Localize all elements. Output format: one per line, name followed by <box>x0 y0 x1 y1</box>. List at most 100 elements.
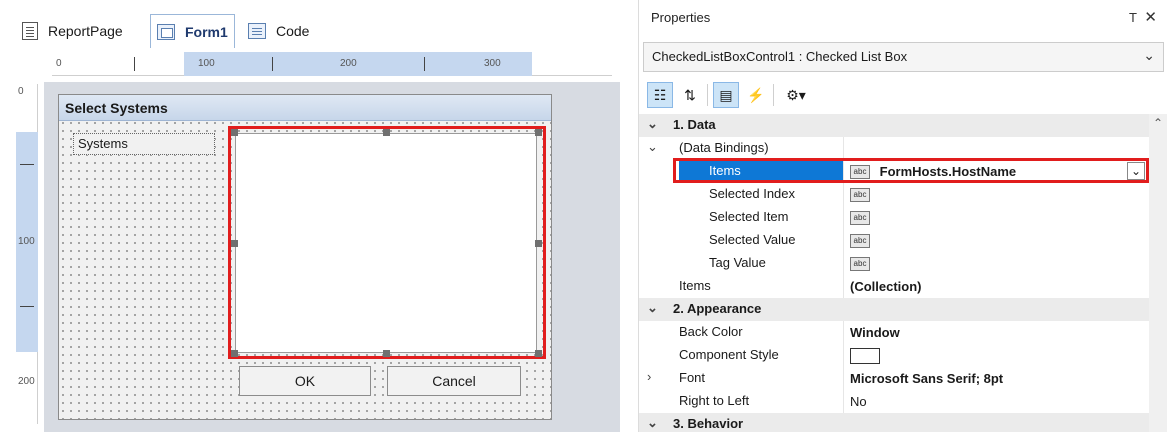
tab-code[interactable]: Code <box>248 14 309 48</box>
property-row[interactable]: Items (Collection) <box>639 275 1149 298</box>
abc-icon: abc <box>850 256 870 271</box>
object-selector[interactable]: CheckedListBoxControl1 : Checked List Bo… <box>643 42 1164 72</box>
chevron-down-icon: ⌄ <box>1143 47 1155 63</box>
vertical-ruler: 0 100 200 <box>16 84 38 424</box>
property-row[interactable]: Selected Value abc <box>639 229 1149 252</box>
chevron-up-icon[interactable]: ⌃ <box>1153 116 1163 130</box>
category-label: 1. Data <box>673 117 716 132</box>
systems-label[interactable]: Systems <box>73 133 215 155</box>
property-value[interactable]: Microsoft Sans Serif; 8pt <box>843 367 1149 390</box>
rtl-value: No <box>850 394 867 410</box>
category-appearance[interactable]: ⌄ 2. Appearance <box>639 298 1149 321</box>
form-select-systems[interactable]: Select Systems Systems OK Cancel <box>58 94 552 420</box>
ok-button[interactable]: OK <box>239 366 371 396</box>
category-behavior[interactable]: ⌄ 3. Behavior <box>639 413 1149 432</box>
ruler-tick <box>20 164 34 165</box>
code-icon <box>248 23 266 39</box>
abc-icon: abc <box>850 187 870 202</box>
resize-handle[interactable] <box>535 240 542 247</box>
designer-tabbar: ReportPage Form1 Code <box>0 0 620 48</box>
property-row[interactable]: Component Style <box>639 344 1149 367</box>
object-selector-value: CheckedListBoxControl1 : Checked List Bo… <box>652 49 908 64</box>
properties-icon[interactable]: ▤ <box>713 82 739 108</box>
category-label: 2. Appearance <box>673 301 762 316</box>
chevron-down-icon[interactable]: ⌄ <box>647 300 665 316</box>
resize-handle[interactable] <box>231 129 238 136</box>
vertical-scrollbar[interactable]: ⌃ <box>1149 114 1167 432</box>
ruler-h-label: 200 <box>340 58 357 69</box>
property-label: Right to Left <box>679 393 750 408</box>
property-row[interactable]: Back Color Window <box>639 321 1149 344</box>
toolbar-separator <box>773 84 774 106</box>
alphabetical-icon[interactable]: ⇅ <box>677 82 703 108</box>
property-label: (Data Bindings) <box>679 140 769 155</box>
resize-handle[interactable] <box>535 129 542 136</box>
property-label: Back Color <box>679 324 743 339</box>
chevron-down-icon[interactable]: ⌄ <box>647 116 665 132</box>
property-label: Selected Value <box>709 232 796 247</box>
resize-handle[interactable] <box>383 129 390 136</box>
property-label: Component Style <box>679 347 779 362</box>
tab-form1-label: Form1 <box>185 23 228 40</box>
property-label: Tag Value <box>709 255 766 270</box>
property-row[interactable]: › Font Microsoft Sans Serif; 8pt <box>639 367 1149 390</box>
property-grid: ⌄ 1. Data ⌄ (Data Bindings) Items abc Fo… <box>639 114 1167 432</box>
horizontal-ruler: 0 100 200 300 <box>52 52 612 76</box>
resize-handle[interactable] <box>231 240 238 247</box>
ruler-h-label: 0 <box>56 58 62 69</box>
categorized-icon[interactable]: ☷ <box>647 82 673 108</box>
back-color-value: Window <box>850 325 900 341</box>
tab-form1[interactable]: Form1 <box>150 14 235 48</box>
property-label: Font <box>679 370 706 385</box>
property-row[interactable]: Selected Index abc <box>639 183 1149 206</box>
property-value[interactable]: (Collection) <box>843 275 1149 298</box>
abc-icon: abc <box>850 233 870 248</box>
property-value[interactable]: abc <box>843 206 1149 229</box>
properties-panel: Properties Т ✕ CheckedListBoxControl1 : … <box>638 0 1167 432</box>
form-icon <box>157 23 175 40</box>
property-value[interactable]: abc <box>843 183 1149 206</box>
tab-reportpage-label: ReportPage <box>48 23 123 39</box>
ruler-tick <box>272 57 273 71</box>
property-row[interactable]: Tag Value abc <box>639 252 1149 275</box>
property-value[interactable]: No <box>843 390 1149 413</box>
ruler-tick <box>424 57 425 71</box>
font-value: Microsoft Sans Serif; 8pt <box>850 371 1004 387</box>
selection-highlight <box>228 126 546 359</box>
property-row[interactable]: ⌄ (Data Bindings) <box>639 137 1149 160</box>
tab-code-label: Code <box>276 23 310 39</box>
resize-handle[interactable] <box>231 350 238 357</box>
ruler-v-label: 200 <box>18 376 35 387</box>
property-row[interactable]: Right to Left No <box>639 390 1149 413</box>
resize-handle[interactable] <box>535 350 542 357</box>
resize-handle[interactable] <box>383 350 390 357</box>
chevron-right-icon[interactable]: › <box>647 369 665 384</box>
cancel-button[interactable]: Cancel <box>387 366 521 396</box>
chevron-down-icon[interactable]: ⌄ <box>647 139 665 155</box>
close-icon[interactable]: ✕ <box>1144 8 1157 26</box>
property-row[interactable]: Selected Item abc <box>639 206 1149 229</box>
property-label: Items <box>679 278 711 293</box>
style-swatch[interactable] <box>850 347 880 364</box>
gear-icon[interactable]: ⚙▾ <box>779 82 813 108</box>
toolbar-separator <box>707 84 708 106</box>
properties-toolbar: ☷ ⇅ ▤ ⚡ ⚙▾ <box>643 78 1164 114</box>
ruler-tick <box>134 57 135 71</box>
category-data[interactable]: ⌄ 1. Data <box>639 114 1149 137</box>
property-value[interactable] <box>843 344 1149 367</box>
property-label: Selected Item <box>709 209 789 224</box>
ruler-tick <box>20 306 34 307</box>
property-value[interactable]: Window <box>843 321 1149 344</box>
binding-highlight <box>673 158 1149 183</box>
ruler-v-label: 100 <box>18 236 35 247</box>
properties-title: Properties <box>651 10 711 25</box>
chevron-down-icon[interactable]: ⌄ <box>647 415 665 431</box>
pin-icon[interactable]: Т <box>1129 10 1137 25</box>
tab-reportpage[interactable]: ReportPage <box>22 14 123 48</box>
property-value[interactable]: abc <box>843 229 1149 252</box>
property-value[interactable]: abc <box>843 252 1149 275</box>
report-designer: ReportPage Form1 Code 0 100 200 300 0 10… <box>0 0 620 432</box>
ruler-h-label: 100 <box>198 58 215 69</box>
events-icon[interactable]: ⚡ <box>743 82 769 108</box>
ruler-highlight <box>184 52 532 76</box>
